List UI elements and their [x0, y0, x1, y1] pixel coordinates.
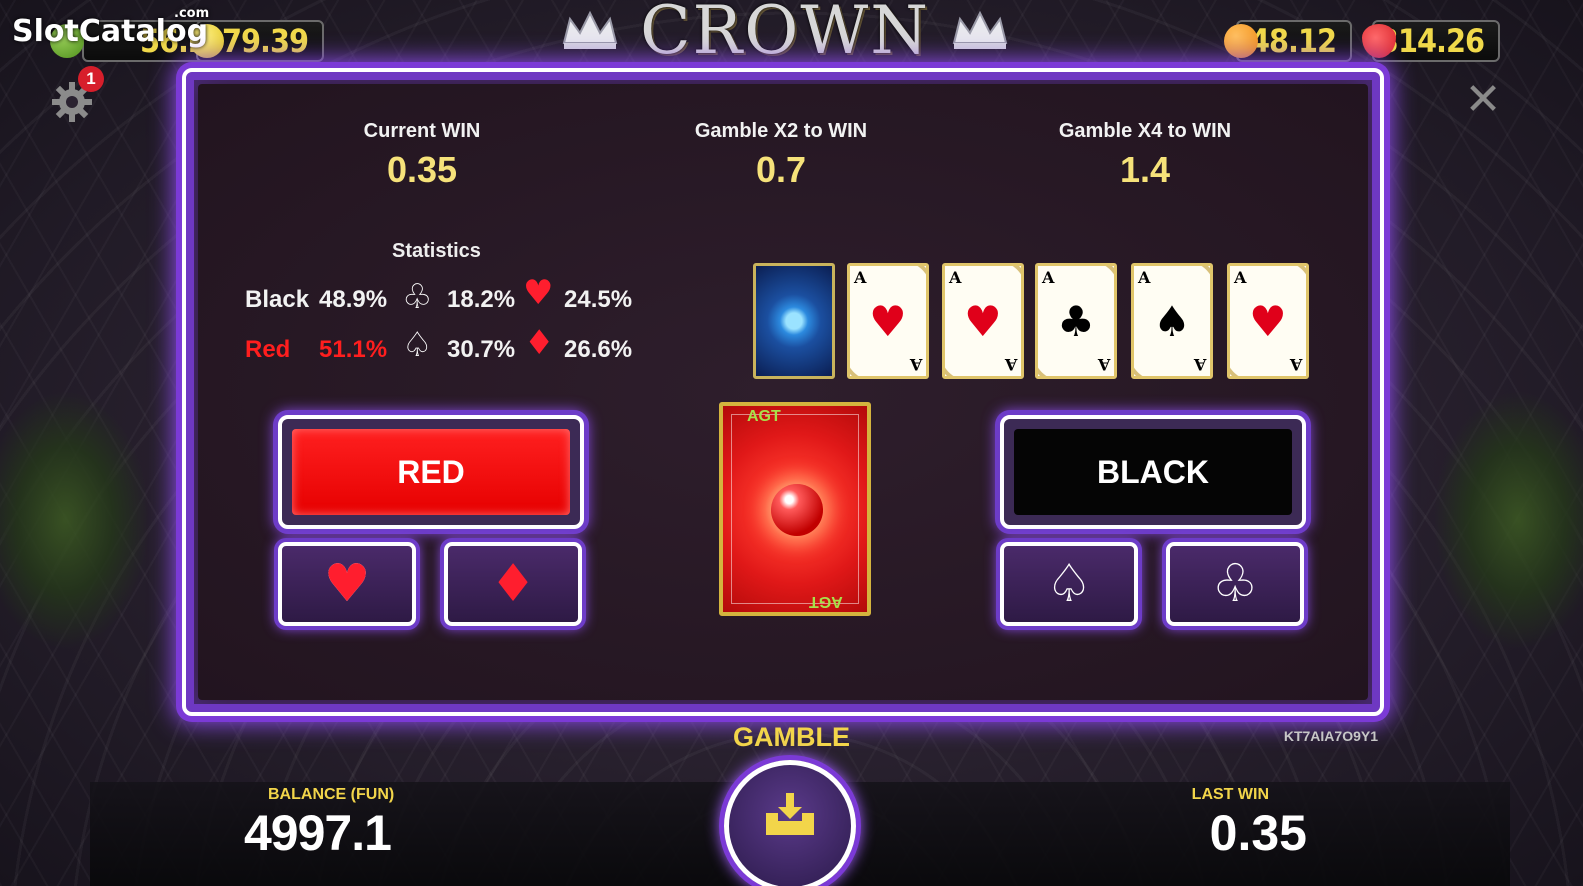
session-code: KT7AIA7O9Y1	[1283, 728, 1378, 744]
bottom-bar: GAMBLE KT7AIA7O9Y1 BALANCE (FUN) 4997.1 …	[0, 716, 1583, 886]
hearts-icon: ♥	[523, 273, 554, 313]
gamble-panel: Current WIN 0.35 Gamble X2 to WIN 0.7 Ga…	[182, 68, 1384, 716]
spades-button[interactable]: ♤	[1000, 542, 1138, 626]
history-card: A ♥ A	[847, 263, 929, 379]
stat-spades-pct: 30.7%	[447, 336, 516, 363]
clubs-icon: ♧	[402, 277, 433, 317]
heart-pip-icon: ♥	[869, 297, 907, 346]
card-corner-ornament	[900, 266, 926, 292]
hearts-button-icon: ♥	[323, 554, 371, 614]
card-rank-bottom: A	[1289, 355, 1302, 374]
black-button[interactable]: BLACK	[1000, 415, 1306, 529]
statistics-title: Statistics	[392, 240, 481, 262]
spades-icon: ♤	[402, 325, 433, 365]
clubs-button[interactable]: ♧	[1166, 542, 1304, 626]
stat-red-pct: 51.1%	[319, 336, 388, 363]
balance-value: 4997.1	[244, 805, 392, 861]
watermark: SlotCatalog .com	[12, 6, 209, 49]
history-card: A ♣ A	[1035, 263, 1117, 379]
current-win-value: 0.35	[386, 149, 458, 190]
card-corner-ornament	[1280, 266, 1306, 292]
clubs-button-icon: ♧	[1211, 554, 1259, 614]
card-corner-ornament	[1038, 350, 1064, 376]
gamble-x4: Gamble X4 to WIN 1.4	[995, 120, 1295, 191]
watermark-suffix: .com	[174, 6, 210, 21]
hearts-button[interactable]: ♥	[278, 542, 416, 626]
gamble-x4-label: Gamble X4 to WIN	[1058, 120, 1232, 142]
diamonds-button-icon: ♦	[489, 554, 537, 614]
diamonds-button[interactable]: ♦	[444, 542, 582, 626]
background-ornament-right	[1433, 390, 1583, 650]
stat-red-label: Red	[245, 336, 291, 363]
card-rank: A	[1042, 268, 1055, 287]
spade-pip-icon: ♠	[1153, 297, 1191, 346]
balance-label: BALANCE (FUN)	[268, 786, 395, 803]
stat-hearts-pct: 24.5%	[564, 286, 633, 313]
history-card: A ♥ A	[1227, 263, 1309, 379]
current-win-label: Current WIN	[363, 120, 481, 142]
gamble-x2-value: 0.7	[755, 149, 807, 190]
card-rank-bottom: A	[1004, 355, 1017, 374]
card-rank: A	[949, 268, 962, 287]
card-rank-bottom: A	[1097, 355, 1110, 374]
current-win: Current WIN 0.35	[272, 120, 572, 191]
card-brand: AGT	[747, 408, 781, 425]
card-corner-ornament	[1184, 266, 1210, 292]
close-icon: ✕	[1464, 74, 1502, 125]
gamble-x2: Gamble X2 to WIN 0.7	[631, 120, 931, 191]
diamonds-icon: ♦	[524, 323, 555, 363]
stat-diamonds-pct: 26.6%	[564, 336, 633, 363]
card-rank: A	[854, 268, 867, 287]
crown-icon-left	[560, 9, 620, 51]
close-button[interactable]: ✕	[1463, 78, 1503, 122]
stat-black-label: Black	[245, 286, 310, 313]
notification-badge: 1	[78, 66, 104, 92]
history-card: A ♥ A	[942, 263, 1024, 379]
card-orb	[771, 484, 823, 536]
card-corner-ornament	[1134, 350, 1160, 376]
last-win-label: LAST WIN	[1191, 786, 1269, 803]
collect-button[interactable]	[724, 760, 856, 886]
heart-pip-icon: ♥	[964, 297, 1002, 346]
card-corner-ornament	[850, 350, 876, 376]
red-button[interactable]: RED	[278, 415, 584, 529]
history-card: A ♠ A	[1131, 263, 1213, 379]
card-rank: A	[1234, 268, 1247, 287]
card-corner-ornament	[995, 266, 1021, 292]
gamble-panel-inner: Current WIN 0.35 Gamble X2 to WIN 0.7 Ga…	[198, 84, 1368, 700]
top-bar: 56.26 79.39 SlotCatalog .com CROWN 48.12…	[0, 0, 1583, 69]
logo-text: CROWN	[640, 0, 930, 69]
history-card-back	[753, 263, 835, 379]
card-brand-bottom: AGT	[809, 593, 843, 610]
current-card-back: AGT AGT	[719, 402, 871, 616]
collect-icon	[766, 793, 814, 835]
game-logo: CROWN	[562, 0, 1008, 69]
stat-black-pct: 48.9%	[319, 286, 388, 313]
heart-pip-icon: ♥	[1249, 297, 1287, 346]
red-button-label: RED	[292, 429, 570, 515]
gamble-x4-value: 1.4	[1119, 149, 1171, 190]
card-corner-ornament	[945, 350, 971, 376]
black-button-label: BLACK	[1014, 429, 1292, 515]
jackpot-orange-value: 48.12	[1249, 22, 1337, 60]
spades-button-icon: ♤	[1045, 554, 1093, 614]
last-win-value: 0.35	[1209, 805, 1307, 861]
background-ornament-left	[0, 390, 150, 650]
card-rank-bottom: A	[1193, 355, 1206, 374]
crown-icon-right	[950, 9, 1010, 51]
card-corner-ornament	[1088, 266, 1114, 292]
card-rank-bottom: A	[909, 355, 922, 374]
club-pip-icon: ♣	[1057, 297, 1095, 346]
jackpot-lemon-value: 79.39	[221, 22, 309, 60]
card-rank: A	[1138, 268, 1151, 287]
stat-clubs-pct: 18.2%	[447, 286, 516, 313]
gamble-x2-label: Gamble X2 to WIN	[694, 120, 868, 142]
card-corner-ornament	[1230, 350, 1256, 376]
orange-icon	[1224, 24, 1258, 58]
